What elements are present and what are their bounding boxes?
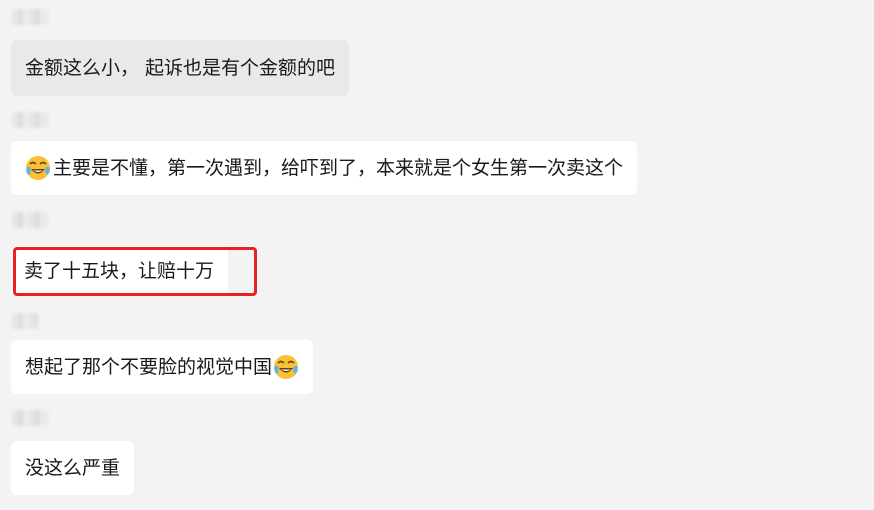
laugh-cry-icon: [26, 156, 50, 180]
sender-name-blurred: [12, 9, 48, 25]
chat-window: 金额这么小， 起诉也是有个金额的吧 主要是不懂，第一次遇到，给吓到了，本来就是个…: [0, 0, 874, 510]
message-bubble[interactable]: 主要是不懂，第一次遇到，给吓到了，本来就是个女生第一次卖这个: [11, 141, 638, 195]
sender-name-blurred: [12, 313, 38, 329]
message-bubble[interactable]: 想起了那个不要脸的视觉中国: [11, 340, 314, 394]
sender-name-blurred: [12, 112, 48, 128]
sender-name-blurred: [12, 410, 48, 426]
laugh-cry-icon: [274, 355, 299, 379]
sender-name-blurred: [12, 212, 48, 228]
highlight-box: [13, 247, 257, 296]
message-text: 金额这么小， 起诉也是有个金额的吧: [25, 57, 336, 79]
message-bubble[interactable]: 金额这么小， 起诉也是有个金额的吧: [11, 40, 350, 96]
message-text: 想起了那个不要脸的视觉中国: [25, 356, 273, 378]
message-bubble[interactable]: 没这么严重: [11, 441, 135, 495]
message-text: 主要是不懂，第一次遇到，给吓到了，本来就是个女生第一次卖这个: [53, 157, 624, 179]
message-text: 没这么严重: [25, 457, 121, 479]
